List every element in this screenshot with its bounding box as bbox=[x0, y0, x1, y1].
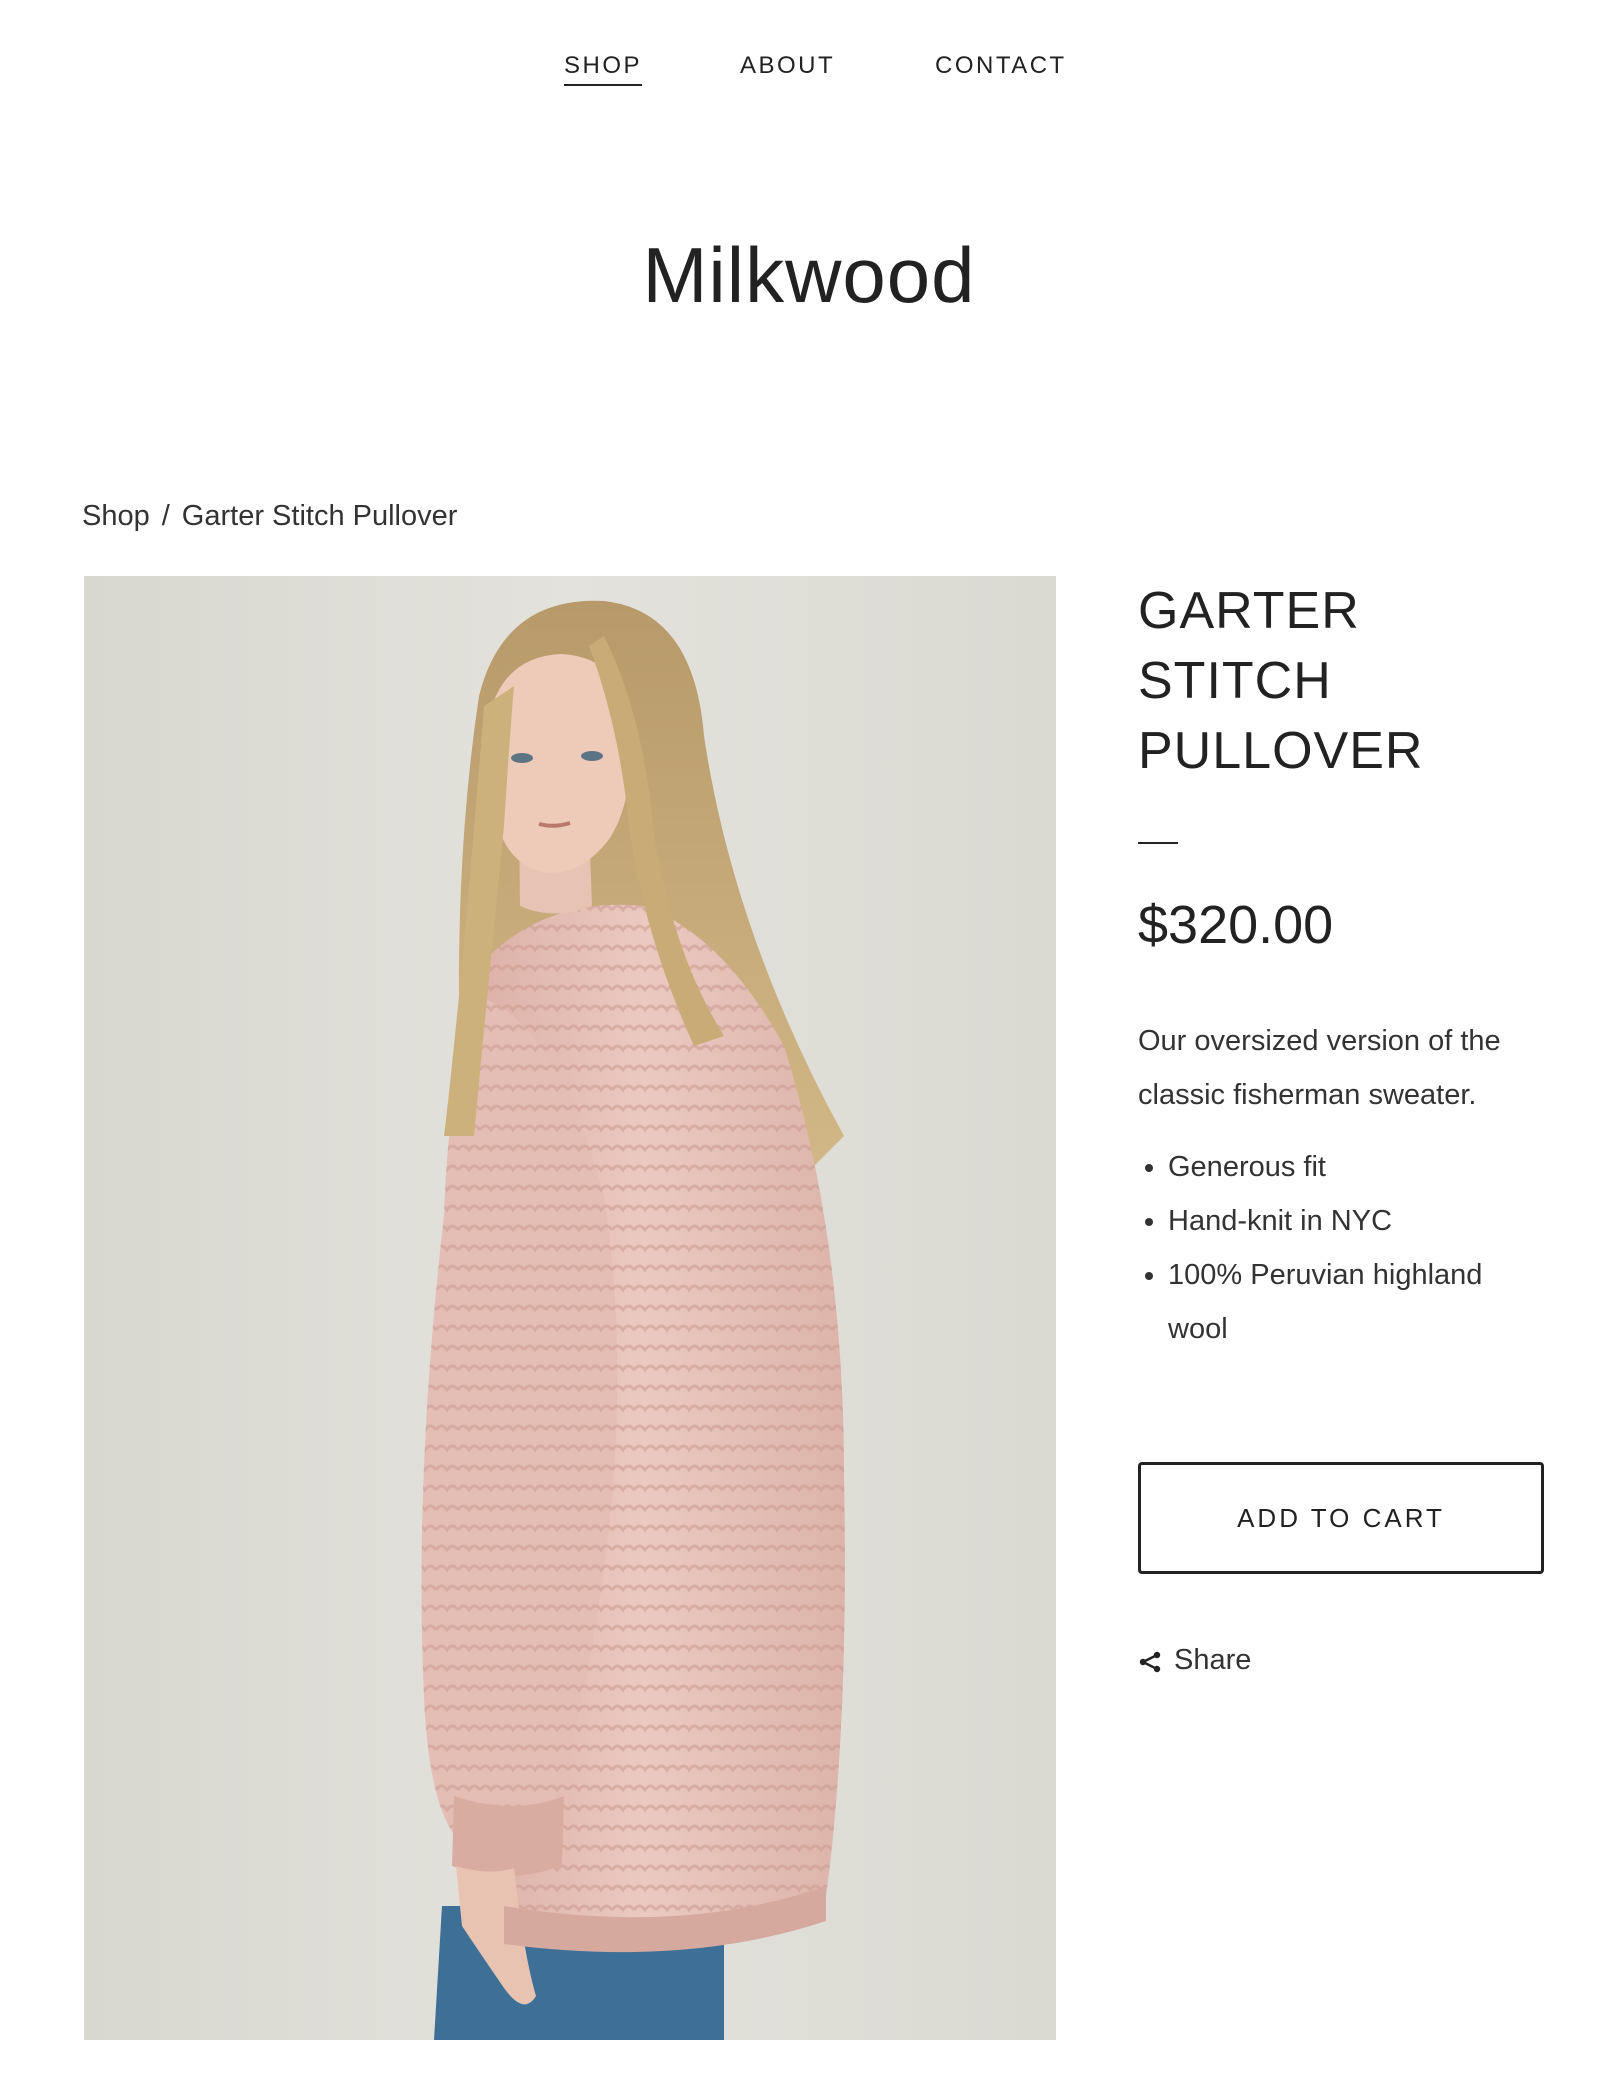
feature-item: Generous fit bbox=[1168, 1140, 1550, 1194]
product-title-line-2: STITCH bbox=[1138, 652, 1332, 710]
product-title-line-1: GARTER bbox=[1138, 582, 1360, 640]
feature-item: 100% Peruvian highland wool bbox=[1168, 1248, 1550, 1356]
breadcrumb-separator: / bbox=[161, 500, 170, 532]
share-label: Share bbox=[1174, 1644, 1252, 1676]
nav-item-contact[interactable]: CONTACT bbox=[935, 52, 1067, 80]
breadcrumb-shop-link[interactable]: Shop bbox=[82, 500, 150, 532]
product-photo[interactable] bbox=[84, 576, 1056, 2040]
breadcrumb-current: Garter Stitch Pullover bbox=[181, 500, 458, 532]
title-divider bbox=[1138, 842, 1178, 844]
product-photo-illustration bbox=[84, 576, 1056, 2040]
product-title: GARTER STITCH PULLOVER bbox=[1138, 576, 1550, 786]
product-details: GARTER STITCH PULLOVER $320.00 Our overs… bbox=[1138, 576, 1550, 1676]
nav-item-about[interactable]: ABOUT bbox=[740, 52, 835, 80]
share-button[interactable]: Share bbox=[1138, 1644, 1251, 1677]
share-icon bbox=[1138, 1649, 1162, 1673]
breadcrumb: Shop / Garter Stitch Pullover bbox=[82, 500, 457, 533]
nav-item-shop[interactable]: SHOP bbox=[564, 52, 643, 86]
product-price: $320.00 bbox=[1138, 895, 1334, 955]
site-title[interactable]: Milkwood bbox=[0, 236, 1618, 314]
product-description: Our oversized version of the classic fis… bbox=[1138, 1025, 1501, 1111]
feature-item: Hand-knit in NYC bbox=[1168, 1194, 1550, 1248]
product-features-list: Generous fit Hand-knit in NYC 100% Peruv… bbox=[1138, 1140, 1550, 1356]
main-nav: SHOP ABOUT CONTACT bbox=[0, 52, 1618, 86]
add-to-cart-button[interactable]: ADD TO CART bbox=[1138, 1462, 1544, 1574]
product-title-line-3: PULLOVER bbox=[1138, 722, 1424, 780]
